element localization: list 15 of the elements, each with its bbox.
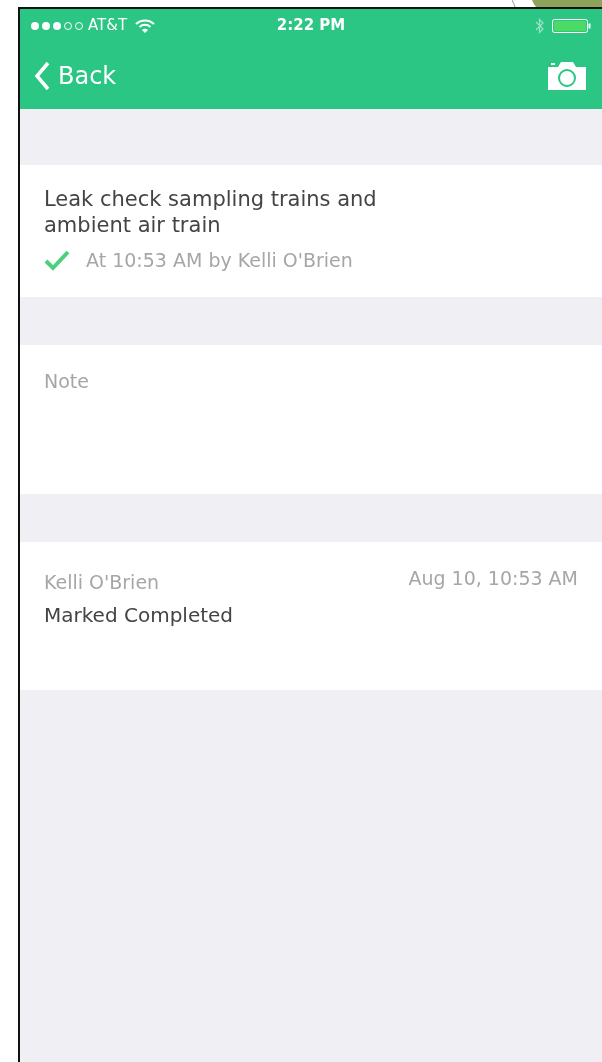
- back-button[interactable]: Back: [34, 57, 117, 94]
- wifi-icon: [135, 18, 156, 33]
- carrier-name: AT&T: [88, 15, 128, 37]
- activity-timestamp: Aug 10, 10:53 AM: [408, 565, 578, 591]
- task-title: Leak check sampling trains and ambient air train: [44, 187, 378, 239]
- battery-icon: [552, 18, 592, 33]
- note-field[interactable]: Note: [20, 344, 602, 494]
- clock: 2:22 PM: [276, 15, 346, 37]
- completion-info: At 10:53 AM by Kelli O'Brien: [86, 248, 353, 274]
- bluetooth-icon: [535, 17, 544, 34]
- camera-icon[interactable]: [546, 59, 588, 92]
- chevron-left-icon: [34, 60, 50, 91]
- activity-action: Marked Completed: [44, 602, 235, 630]
- activity-author: Kelli O'Brien: [44, 569, 160, 595]
- signal-icon: [30, 20, 84, 31]
